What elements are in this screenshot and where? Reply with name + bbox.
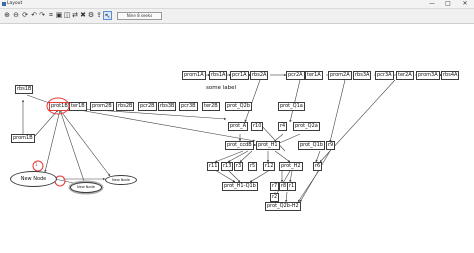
delete-icon[interactable]: ✖ [79,11,87,19]
node-prot-ccdb[interactable]: prot_ccdB [225,141,254,150]
node-pcr2b[interactable]: pcr2B [138,102,157,111]
node-r12[interactable]: r12 [263,162,276,171]
edge [239,150,253,163]
node-prom1b[interactable]: prom1B [11,134,35,143]
node-count-field[interactable]: Nine 8 seeks [117,12,162,20]
edge [285,191,288,203]
node-icon[interactable]: ◫ [63,11,71,19]
node-r10[interactable]: r10 [251,122,264,131]
new-node-small[interactable]: New Node [70,182,102,193]
edge [59,109,86,185]
node-ter2b[interactable]: ter2B [202,102,220,111]
edge [289,79,301,123]
node-prot-q2b-h2[interactable]: prot_Q2b-H2 [265,202,301,211]
node-pcr3b[interactable]: pcr3B [179,102,198,111]
node-rbs2a[interactable]: rbs2A [250,71,269,80]
node-prom1a[interactable]: prom1A [182,71,206,80]
node-prot-q2a[interactable]: prot_Q2a [293,122,320,131]
app-icon [2,2,6,6]
layout-icon[interactable]: ⌗ [47,11,55,19]
node-r13[interactable]: r13 [221,162,234,171]
window-title: Layout [7,1,23,6]
maximize-button[interactable]: □ [442,0,454,8]
node-rbs2b[interactable]: rbs2B [116,102,135,111]
settings-icon[interactable]: ⚙ [87,11,95,19]
node-ter2a[interactable]: ter2A [396,71,414,80]
edge [44,109,61,173]
node-prot-a[interactable]: prot_A [228,122,249,131]
edge [249,169,271,183]
node-prom3a[interactable]: prom3A [416,71,440,80]
node-r5[interactable]: r5 [248,162,258,171]
node-r2[interactable]: r2 [270,193,280,202]
node-rbs3a[interactable]: rbs3A [353,71,372,80]
node-ter1a[interactable]: ter1A [305,71,323,80]
edge [227,169,241,183]
free-label: some label [206,85,237,91]
node-prot-q2b[interactable]: prot_Q2b [225,102,252,111]
edge [59,109,111,177]
node-r6[interactable]: r6 [313,162,323,171]
node-r11[interactable]: r11 [207,162,220,171]
node-rbs4a[interactable]: rbs4A [441,71,460,80]
edge-icon[interactable]: ⇄ [71,11,79,19]
close-button[interactable]: ✕ [459,0,471,8]
node-pcr2a[interactable]: pcr2A [286,71,305,80]
new-node-ellipse[interactable]: New Node [10,171,57,187]
node-prom2b[interactable]: prom2B [90,102,114,111]
edge [214,169,236,183]
new-node-small[interactable]: New Node [105,175,137,185]
node-r3[interactable]: r3 [234,162,244,171]
graph-canvas[interactable]: rbs1B prot1B ter1B prom2B rbs2B pcr2B rb… [0,24,474,253]
node-marker: 1 [35,162,38,167]
node-prot-q1a[interactable]: prot_Q1a [278,102,305,111]
node-prot-q1b[interactable]: prot_Q1b [298,141,325,150]
rotate-icon[interactable]: ⟳ [21,11,29,19]
select-icon[interactable]: ▣ [55,11,63,19]
node-r9[interactable]: r9 [326,141,336,150]
edge [67,107,256,142]
node-rbs1b[interactable]: rbs1B [15,85,34,94]
undo-icon[interactable]: ↶ [30,11,38,19]
edge [297,168,321,203]
node-rbs1a[interactable]: rbs1A [209,71,228,80]
cursor-icon[interactable]: ↖ [103,11,112,20]
node-prot-h2[interactable]: prot_H2 [279,162,303,171]
node-prom2a[interactable]: prom2A [328,71,352,80]
zoom-in-icon[interactable]: ⊕ [3,11,11,19]
edge [244,79,261,123]
node-ter1b[interactable]: ter1B [69,102,87,111]
node-pcr3a[interactable]: pcr3A [375,71,394,80]
edge [274,150,291,163]
export-icon[interactable]: ⇪ [95,11,103,19]
graph-edges [21,73,443,203]
node-prot-h1[interactable]: prot_H1 [256,141,280,150]
title-bar: Layout — □ ✕ [0,0,474,9]
zoom-out-icon[interactable]: ⊖ [12,11,20,19]
edge [214,150,244,163]
edge [315,150,321,163]
edge [329,79,346,143]
redo-icon[interactable]: ↷ [38,11,46,19]
node-r4[interactable]: r4 [278,122,288,131]
node-pcr1a[interactable]: pcr1A [230,71,249,80]
minimize-button[interactable]: — [426,0,438,8]
edge [289,170,293,183]
node-prot-h1-q1b[interactable]: prot_H1-Q1b [222,182,258,191]
node-r7[interactable]: r7 [270,182,280,191]
node-r1[interactable]: r1 [287,182,297,191]
node-rbs3b[interactable]: rbs3B [158,102,177,111]
node-prot1b[interactable]: prot1B [49,102,70,111]
